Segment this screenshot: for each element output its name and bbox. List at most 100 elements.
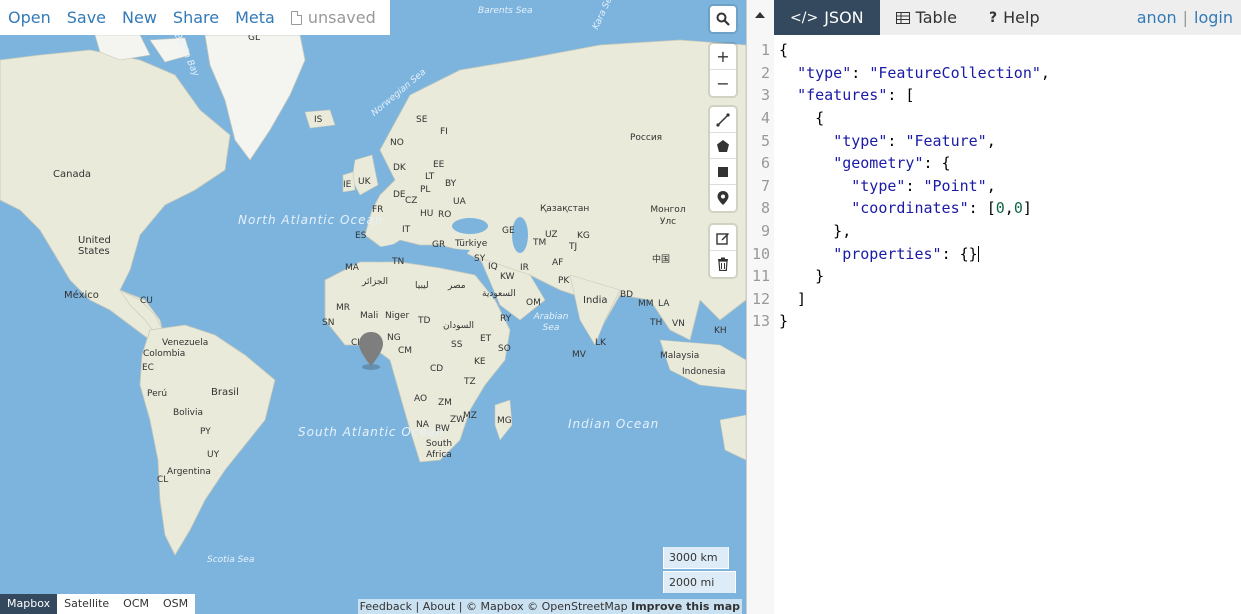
- zoom-out-button[interactable]: −: [710, 70, 736, 96]
- tab-json[interactable]: </> JSON: [774, 0, 880, 35]
- osm-credit[interactable]: © OpenStreetMap: [527, 600, 628, 613]
- map-label-somalia: SO: [498, 344, 511, 354]
- map-label-south-africa: South Africa: [425, 439, 453, 460]
- point-marker-icon[interactable]: [358, 332, 384, 370]
- map-label-sudan: السودان: [443, 321, 475, 331]
- map-label-kuwait: KW: [500, 272, 515, 282]
- search-control: [710, 6, 736, 32]
- map-label-bangladesh: BD: [620, 290, 634, 300]
- map-label-mozambique: MZ: [463, 411, 477, 421]
- collapse-arrow-icon[interactable]: [755, 12, 765, 18]
- map-label-romania: RO: [438, 210, 452, 220]
- search-icon: [716, 12, 730, 26]
- code-line[interactable]: 7 "type": "Point",: [761, 175, 1241, 198]
- code-line[interactable]: 3 "features": [: [761, 84, 1241, 107]
- map-label-mongolia: Монгол Улс: [650, 205, 686, 227]
- map-label-saudi: السعودية: [482, 289, 516, 299]
- map-label-cuba: CU: [140, 296, 153, 306]
- about-link[interactable]: About: [423, 600, 456, 613]
- meta-button[interactable]: Meta: [227, 8, 283, 27]
- map-label-south-sudan: SS: [451, 340, 463, 350]
- layer-mapbox[interactable]: Mapbox: [0, 594, 58, 614]
- code-line[interactable]: 11 }: [752, 265, 1241, 288]
- code-line[interactable]: 5 "type": "Feature",: [761, 129, 1241, 152]
- layer-osm[interactable]: OSM: [156, 594, 195, 614]
- new-button[interactable]: New: [114, 8, 165, 27]
- code-line[interactable]: 6 "geometry": {: [761, 152, 1241, 175]
- user-separator: |: [1182, 8, 1189, 27]
- code-line[interactable]: 2 "type": "FeatureCollection",: [761, 62, 1241, 85]
- map-label-ecuador: EC: [142, 363, 154, 373]
- map-label-italy: IT: [402, 225, 411, 235]
- code-line[interactable]: 10 "properties": {}: [752, 242, 1241, 265]
- json-editor[interactable]: 1{ 2 "type": "FeatureCollection", 3 "fea…: [752, 35, 1241, 333]
- tab-table[interactable]: Table: [880, 0, 973, 35]
- edit-layers-button[interactable]: [710, 225, 736, 251]
- trash-icon: [718, 257, 728, 271]
- map-label-canada: Canada: [53, 169, 92, 180]
- code-line[interactable]: 9 },: [761, 220, 1241, 243]
- improve-map-link[interactable]: Improve this map: [631, 600, 740, 613]
- login-link[interactable]: login: [1194, 8, 1233, 27]
- layer-ocm[interactable]: OCM: [116, 594, 156, 614]
- map-label-poland: PL: [420, 185, 431, 195]
- map-label-usa: United States: [78, 235, 111, 257]
- map-label-maldives: MV: [572, 350, 586, 360]
- edit-toolbar: [710, 225, 736, 277]
- polyline-icon: [716, 112, 730, 127]
- map-label-ireland: IE: [343, 180, 352, 190]
- code-icon: </>: [790, 9, 819, 26]
- line-number: 10: [751, 244, 770, 263]
- editor-pane: </> JSON Table ? Help anon | login 1{ 2 …: [752, 0, 1241, 614]
- draw-marker-button[interactable]: [710, 185, 736, 211]
- map-label-norway: NO: [390, 138, 404, 148]
- line-number: 8: [760, 199, 770, 218]
- map-label-chad: TD: [418, 316, 431, 326]
- layer-satellite[interactable]: Satellite: [57, 594, 116, 614]
- line-number: 7: [760, 176, 770, 195]
- share-button[interactable]: Share: [165, 8, 227, 27]
- code-line[interactable]: 8 "coordinates": [0,0]: [761, 197, 1241, 220]
- save-button[interactable]: Save: [59, 8, 114, 27]
- map-label-cameroon: CM: [398, 346, 413, 356]
- map-label-argentina: Argentina: [167, 467, 211, 477]
- code-line[interactable]: 4 {: [761, 107, 1241, 130]
- edit-icon: [716, 232, 729, 245]
- map-label-ethiopia: ET: [480, 334, 492, 344]
- map-label-angola: AO: [414, 394, 428, 404]
- tab-help[interactable]: ? Help: [973, 0, 1056, 35]
- layer-switcher: Mapbox Satellite OCM OSM: [0, 594, 196, 614]
- map-label-ukraine: UA: [453, 197, 466, 207]
- line-number: 4: [760, 109, 770, 128]
- code-line[interactable]: 13}: [752, 310, 1241, 333]
- mapbox-credit[interactable]: © Mapbox: [466, 600, 524, 613]
- map-label-malaysia: Malaysia: [660, 351, 700, 361]
- map-label-yemen: RY: [500, 314, 512, 324]
- rectangle-icon: [718, 166, 728, 177]
- text-cursor: [977, 246, 979, 263]
- zoom-in-button[interactable]: +: [710, 44, 736, 70]
- draw-line-button[interactable]: [710, 107, 736, 133]
- map-label-tajikistan: TJ: [569, 242, 578, 252]
- code-line[interactable]: 1{: [761, 39, 1241, 62]
- map-label-uzbekistan: UZ: [545, 230, 558, 240]
- map-label-nigeria: NG: [387, 333, 401, 343]
- map-label-oman: OM: [526, 298, 541, 308]
- attribution: Feedback | About | © Mapbox © OpenStreet…: [357, 599, 742, 614]
- delete-layers-button[interactable]: [710, 251, 736, 277]
- map-label-uk: UK: [358, 177, 371, 187]
- draw-polygon-button[interactable]: [710, 133, 736, 159]
- marker-icon: [717, 191, 729, 205]
- map-pane[interactable]: GL Barents Sea Kara Sea Baffin Bay Norwe…: [0, 0, 746, 614]
- map-label-morocco: MA: [345, 263, 359, 273]
- draw-rectangle-button[interactable]: [710, 159, 736, 185]
- code-line[interactable]: 12 ]: [752, 288, 1241, 311]
- map-label-kyrgyzstan: KG: [577, 231, 590, 241]
- feedback-link[interactable]: Feedback: [360, 600, 412, 613]
- map-label-china: 中国: [652, 255, 671, 265]
- map-label-czech: CZ: [405, 196, 418, 206]
- search-button[interactable]: [710, 6, 736, 32]
- open-button[interactable]: Open: [0, 8, 59, 27]
- map-label-mauritania: MR: [336, 303, 351, 313]
- username-link[interactable]: anon: [1137, 8, 1177, 27]
